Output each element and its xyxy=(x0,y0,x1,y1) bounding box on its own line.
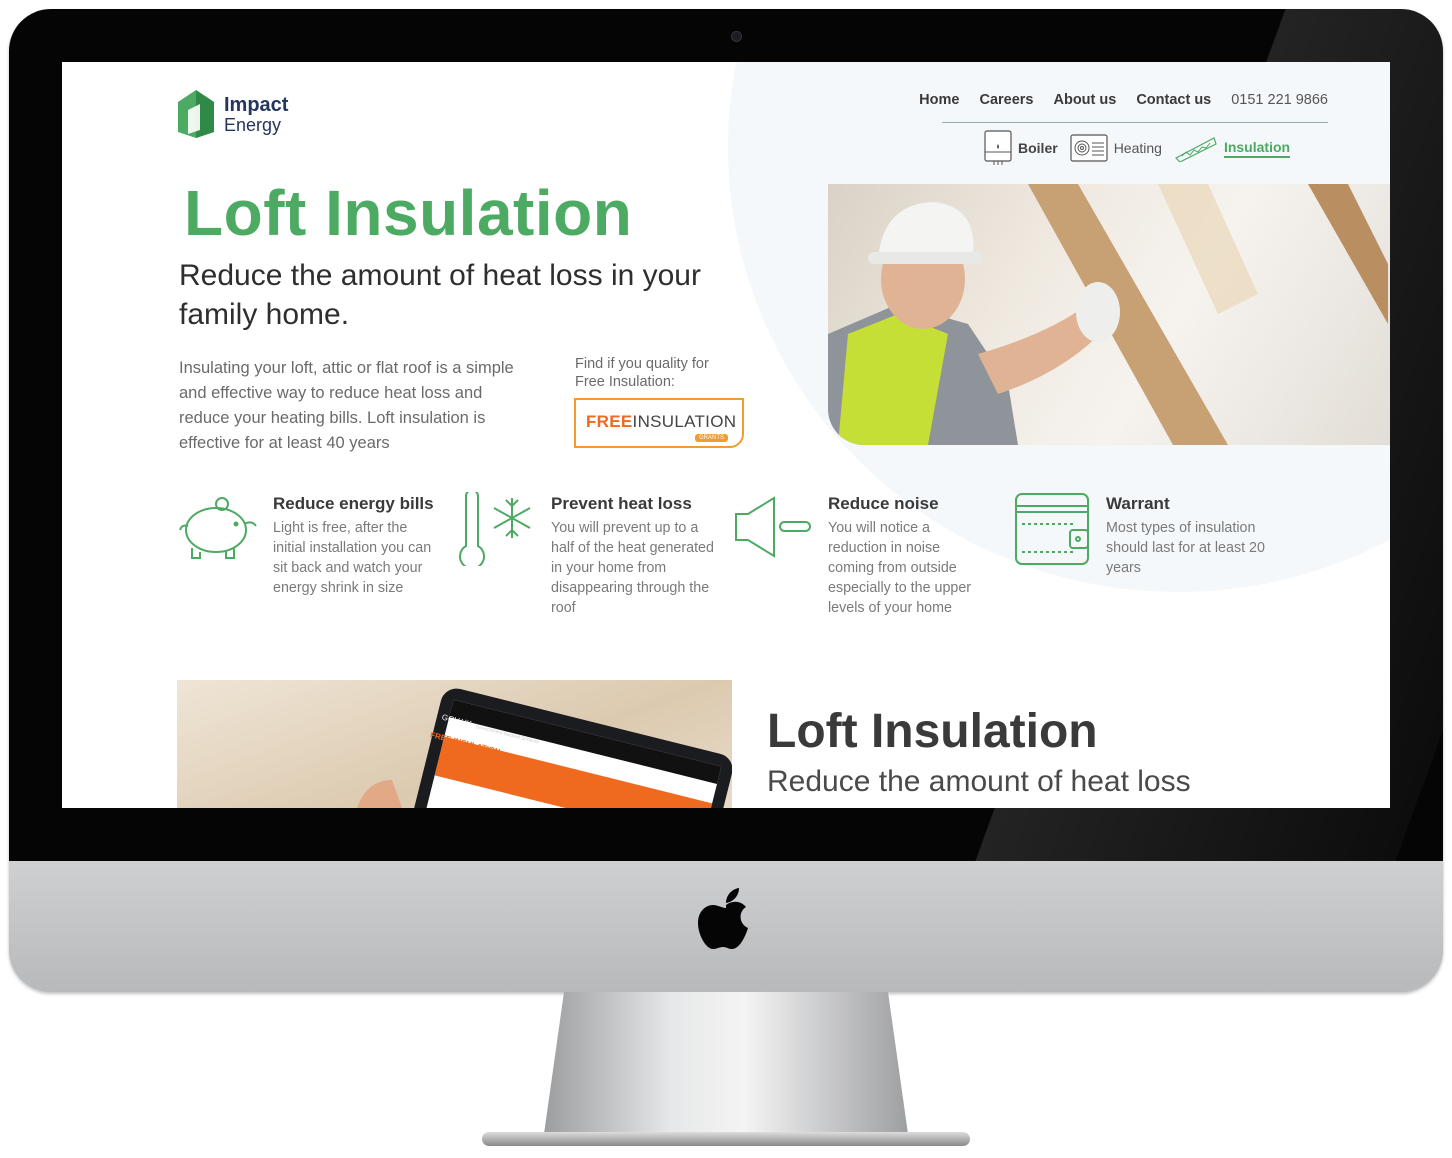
house-logo-icon xyxy=(178,90,214,138)
badge-grants: GRANTS xyxy=(694,434,728,442)
feature-text: You will notice a reduction in noise com… xyxy=(828,520,972,616)
nav-phone[interactable]: 0151 221 9866 xyxy=(1231,92,1328,108)
hero-title: Loft Insulation xyxy=(184,177,633,249)
nav-careers[interactable]: Careers xyxy=(979,92,1033,108)
worker-illustration xyxy=(828,184,1388,445)
hero-subtitle: Reduce the amount of heat loss in your f… xyxy=(179,259,701,331)
camera xyxy=(731,31,742,42)
tablet-photo: GOV.UK Government Backed Scheme FREE INS… xyxy=(177,680,732,808)
service-insulation[interactable]: Insulation xyxy=(1174,134,1291,162)
logo-name: Impact xyxy=(224,94,289,116)
service-boiler[interactable]: Boiler xyxy=(984,130,1058,166)
hero-body: Insulating your loft, attic or flat roof… xyxy=(179,359,514,452)
service-heating-label: Heating xyxy=(1113,140,1162,156)
badge-text: FREEINSULATION xyxy=(586,412,736,432)
free-insulation-badge[interactable]: FREEINSULATION GRANTS xyxy=(574,398,744,448)
feature-text: You will prevent up to a half of the hea… xyxy=(551,520,714,616)
thermometer-snowflake-icon xyxy=(459,492,531,566)
badge-free: FREE xyxy=(586,412,633,431)
lower-title: Loft Insulation xyxy=(767,705,1098,758)
service-nav: Boiler Heating Insulation xyxy=(984,130,1302,166)
nav-contact-us[interactable]: Contact us xyxy=(1136,92,1211,108)
qualify-text: Find if you quality for Free Insulation: xyxy=(575,356,709,390)
impact-energy-logo[interactable]: Impact Energy xyxy=(174,88,304,140)
worker-loft-photo xyxy=(828,184,1390,445)
piggy-bank-icon xyxy=(179,497,257,559)
feature-title: Reduce energy bills xyxy=(273,494,434,513)
apple-logo-icon xyxy=(698,888,748,949)
nav-divider xyxy=(942,122,1328,123)
service-heating[interactable]: Heating xyxy=(1070,134,1162,162)
tablet-illustration: GOV.UK Government Backed Scheme FREE INS… xyxy=(357,688,732,808)
service-boiler-label: Boiler xyxy=(1018,140,1058,156)
feature-title: Prevent heat loss xyxy=(551,494,692,513)
feature-title: Warrant xyxy=(1106,494,1170,513)
nav-home[interactable]: Home xyxy=(919,92,959,108)
main-nav: Home Careers About us Contact us 0151 22… xyxy=(919,92,1328,108)
monitor-stand xyxy=(544,992,908,1134)
service-insulation-label: Insulation xyxy=(1223,139,1291,158)
monitor-stand-base xyxy=(482,1132,970,1146)
nav-about-us[interactable]: About us xyxy=(1053,92,1116,108)
feature-text: Light is free, after the initial install… xyxy=(273,520,432,596)
boiler-icon xyxy=(984,130,1012,165)
logo-sub: Energy xyxy=(224,115,282,135)
insulation-icon xyxy=(1174,137,1217,162)
speaker-icon xyxy=(735,496,811,558)
radiator-icon xyxy=(1070,134,1108,162)
feature-title: Reduce noise xyxy=(828,494,939,513)
website-screen: Impact Energy Home Careers About us Cont… xyxy=(62,62,1390,808)
badge-insulation: INSULATION xyxy=(632,412,737,431)
lower-subtitle: Reduce the amount of heat loss xyxy=(767,765,1191,798)
wallet-icon xyxy=(1015,493,1089,565)
feature-text: Most types of insulation should last for… xyxy=(1106,520,1265,576)
